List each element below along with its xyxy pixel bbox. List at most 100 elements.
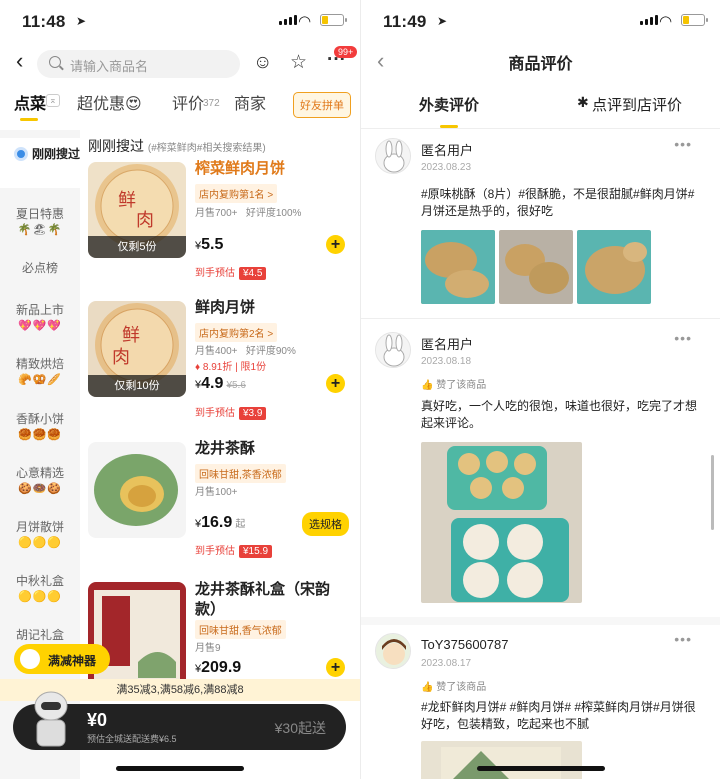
limit-value: 限1份 (240, 362, 267, 373)
gift-box-image (88, 582, 186, 692)
review-separator (361, 617, 720, 625)
section-subtitle: (#榨菜鲜肉#相关搜索结果) (147, 143, 266, 154)
sidebar-item-gift[interactable]: 中秋礼盒 🟡🟡🟡 (0, 573, 80, 605)
tab-deals[interactable]: 超优惠😍 (77, 90, 142, 114)
sidebar-item-label: 月饼散饼 (15, 520, 64, 534)
favorite-star-icon[interactable]: ☆ (290, 51, 307, 74)
tab-merchant[interactable]: 商家 (234, 90, 266, 114)
tab-reviews[interactable]: 评价 (172, 90, 204, 114)
scrollbar[interactable] (711, 455, 714, 530)
product-tag[interactable]: 店内复购第2名 > (195, 323, 278, 342)
tab-order[interactable]: 点菜 (14, 90, 46, 114)
sidebar-item-loose[interactable]: 月饼散饼 🟡🟡🟡 (0, 519, 80, 551)
sidebar-item-pastry[interactable]: 香酥小饼 🥮🥮🥮 (0, 411, 80, 443)
more-icon[interactable]: ••• (674, 631, 692, 647)
signal-icon (640, 15, 658, 25)
cartoon-avatar-icon (376, 634, 410, 668)
discount-value: 8.91折 (202, 362, 233, 373)
product-price: ¥5.5 (195, 236, 224, 253)
cookie-icon: 🍪🍩🍪 (17, 483, 63, 495)
add-to-cart-button[interactable]: + (326, 235, 345, 254)
search-icon (49, 56, 61, 68)
liked-label: 👍 赞了该商品 (421, 678, 486, 693)
review-photo[interactable] (421, 741, 582, 779)
back-icon[interactable]: ‹ (16, 48, 23, 74)
product-name: 龙井茶酥 (195, 440, 256, 457)
status-time: 11:48 (22, 12, 66, 31)
sidebar-item-label: 香酥小饼 (15, 412, 64, 426)
sidebar-item-new[interactable]: 新品上市 💖💖💖 (0, 302, 80, 334)
review-photo[interactable] (421, 442, 582, 603)
more-icon[interactable]: ••• (674, 136, 692, 152)
product-sales: 月售400+ 好评度90% (195, 342, 296, 357)
est-label: 到手预估 (195, 268, 235, 279)
sidebar-item-label: 夏日特惠 (15, 207, 64, 221)
product-image[interactable] (88, 582, 186, 692)
tab-delivery-reviews[interactable]: 外卖评价 (419, 94, 479, 115)
home-indicator (477, 766, 605, 771)
tea-pastry-image (88, 442, 186, 538)
review-photo[interactable] (421, 230, 495, 304)
product-sales: 月售9 (195, 639, 221, 654)
price-value: 5.5 (201, 236, 224, 253)
review-separator (361, 318, 720, 319)
est-value: ¥4.5 (239, 267, 267, 280)
add-to-cart-button[interactable]: + (326, 658, 345, 677)
sales-count: 月售9 (195, 643, 221, 654)
liked-text: 赞了该商品 (436, 380, 487, 391)
svg-text:鲜: 鲜 (118, 190, 136, 211)
review-text: #龙虾鲜肉月饼# #鲜肉月饼# #榨菜鲜肉月饼#月饼很好吃，包装精致，吃起来也不… (421, 700, 696, 731)
status-bar: 11:48 ➤ ◠ (0, 0, 360, 42)
product-tag: 回味甘甜,香气浓郁 (195, 620, 286, 639)
avatar[interactable] (375, 633, 411, 669)
select-spec-button[interactable]: 选规格 (302, 512, 349, 536)
dianping-icon: ✱ (577, 94, 589, 110)
sidebar-item-must-order[interactable]: 必点榜 (0, 260, 80, 276)
svg-text:鲜: 鲜 (122, 325, 140, 346)
stock-label: 仅剩10份 (88, 375, 186, 397)
discount-tool-label: 满减神器 (48, 654, 97, 668)
est-value: ¥3.9 (239, 407, 267, 420)
svg-text:肉: 肉 (136, 210, 154, 231)
discount-tool-button[interactable]: 满减神器 (14, 644, 110, 674)
bread-icon: 🥐🥨🥖 (17, 374, 63, 386)
review-user: 匿名用户 (421, 143, 474, 158)
product-tag[interactable]: 店内复购第1名 > (195, 184, 278, 203)
status-bar: 11:49 ➤ ◠ (361, 0, 720, 42)
product-image[interactable]: 鲜肉 仅剩5份 (88, 162, 186, 258)
more-icon[interactable]: ••• (674, 330, 692, 346)
price-suffix: 起 (235, 519, 246, 530)
home-indicator (116, 766, 244, 771)
wifi-icon: ◠ (298, 13, 312, 30)
review-photo[interactable] (577, 230, 651, 304)
search-input[interactable]: 请输入商品名 (37, 50, 240, 78)
product-sales: 月售700+ 好评度100% (195, 204, 301, 219)
location-arrow-icon: ➤ (76, 14, 87, 28)
sidebar-item-bakery[interactable]: 精致烘焙 🥐🥨🥖 (0, 356, 80, 388)
signal-icon (279, 15, 297, 25)
coin-icon: 🟡🟡🟡 (17, 537, 63, 549)
group-order-button[interactable]: 好友拼单 (293, 92, 351, 118)
robot-mascot-icon[interactable] (26, 688, 76, 748)
product-image[interactable]: 鲜肉 仅剩10份 (88, 301, 186, 397)
sales-count: 月售100+ (195, 487, 238, 498)
tab-indicator (20, 118, 38, 121)
add-to-cart-button[interactable]: + (326, 374, 345, 393)
avatar[interactable] (375, 138, 411, 174)
sidebar-item-selected[interactable]: 心意精选 🍪🍩🍪 (0, 465, 80, 497)
mooncake-icon: 🥮🥮🥮 (17, 429, 63, 441)
thumbs-up-icon: 👍 (421, 682, 434, 693)
product-image[interactable] (88, 442, 186, 538)
tab-store-reviews[interactable]: 点评到店评价 (592, 94, 682, 115)
review-photo[interactable] (499, 230, 573, 304)
cart-amount: ¥0 (87, 710, 108, 730)
sidebar-item-label: 心意精选 (15, 466, 64, 480)
avatar[interactable] (375, 332, 411, 368)
sidebar-item-summer[interactable]: 夏日特惠 🌴🏖🌴 (0, 206, 80, 238)
estimated-price: 到手预估 ¥3.9 (195, 404, 267, 420)
sidebar-item-hu-gift[interactable]: 胡记礼盒 (0, 627, 80, 643)
section-title: 刚刚搜过 (#榨菜鲜肉#相关搜索结果) (88, 136, 266, 156)
sidebar-item-recent[interactable]: 刚刚搜过 (0, 138, 80, 188)
heart-icon: 💖💖💖 (17, 320, 63, 332)
customer-service-icon[interactable]: ☺ (253, 52, 272, 74)
